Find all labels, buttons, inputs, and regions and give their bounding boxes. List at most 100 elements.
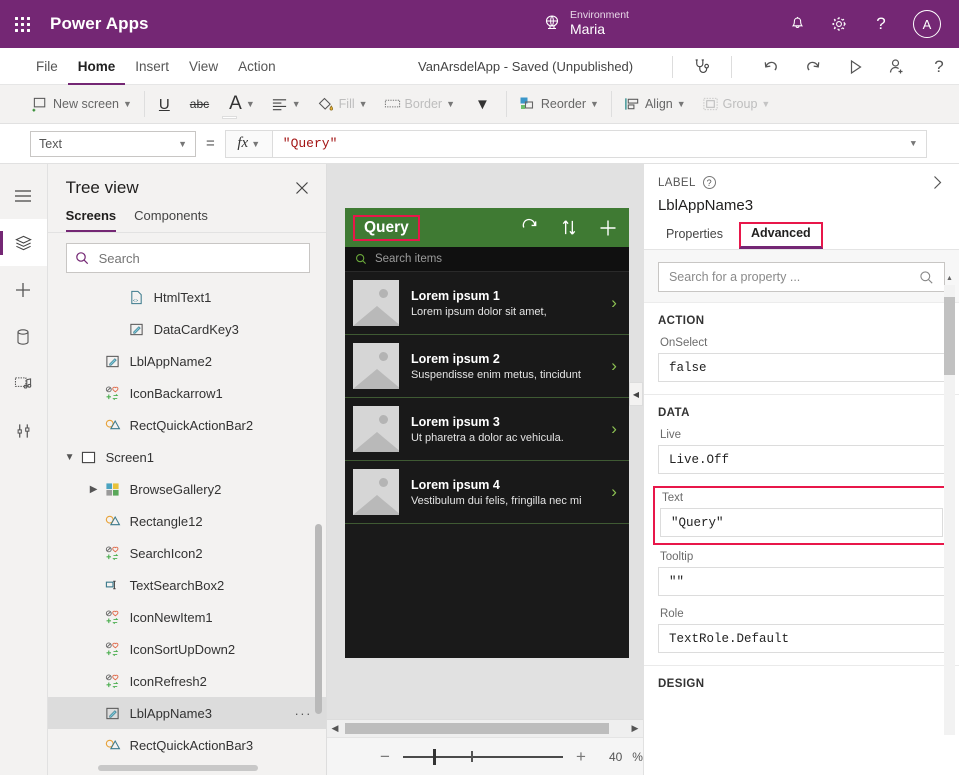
zoom-in-button[interactable]: + xyxy=(573,747,589,767)
properties-scroll-thumb[interactable] xyxy=(944,297,955,375)
zoom-slider-knob[interactable] xyxy=(433,749,436,765)
tree-node-htmltext1[interactable]: <>HtmlText1 xyxy=(48,281,326,313)
tree-node-browsegallery2[interactable]: ▶BrowseGallery2 xyxy=(48,473,326,505)
tree-vertical-scrollbar[interactable] xyxy=(315,524,322,714)
property-field-value[interactable]: "" xyxy=(658,567,945,596)
rail-advanced-tools[interactable] xyxy=(0,407,47,454)
collapse-panel-button[interactable]: ◀ xyxy=(629,382,643,406)
properties-scrollbar[interactable]: ▲ xyxy=(944,272,955,775)
tree-node-context-menu-button[interactable]: ··· xyxy=(294,706,312,721)
strikethrough-button[interactable]: abc xyxy=(180,85,219,124)
help-question-icon-menu[interactable]: ? xyxy=(929,57,949,77)
canvas-scroll-track[interactable] xyxy=(343,723,627,734)
share-person-icon[interactable] xyxy=(887,57,907,77)
property-field-value[interactable]: TextRole.Default xyxy=(658,624,945,653)
properties-scroll-track[interactable] xyxy=(944,285,955,735)
property-field-value[interactable]: false xyxy=(658,353,945,382)
gallery-item[interactable]: Lorem ipsum 4Vestibulum dui felis, fring… xyxy=(345,461,629,524)
tree-search-box[interactable] xyxy=(66,243,310,273)
border-button[interactable]: Border ▼ xyxy=(376,85,463,124)
tree-node-rectquickactionbar2[interactable]: RectQuickActionBar2 xyxy=(48,409,326,441)
tree-search-input[interactable] xyxy=(97,250,301,267)
gallery-item[interactable]: Lorem ipsum 3Ut pharetra a dolor ac vehi… xyxy=(345,398,629,461)
undo-icon[interactable] xyxy=(761,57,781,77)
help-circle-icon[interactable]: ? xyxy=(703,176,716,189)
rail-hamburger-menu[interactable] xyxy=(0,172,47,219)
menu-item-insert[interactable]: Insert xyxy=(125,48,179,85)
tree-node-textsearchbox2[interactable]: TextSearchBox2 xyxy=(48,569,326,601)
chevron-right-icon[interactable]: › xyxy=(611,356,617,376)
zoom-slider[interactable] xyxy=(403,756,563,758)
environment-selector[interactable]: Environment Maria xyxy=(540,3,629,43)
scroll-left-arrow-icon[interactable]: ◀ xyxy=(327,723,343,734)
waffle-grid-icon[interactable] xyxy=(0,17,44,32)
tab-properties[interactable]: Properties xyxy=(658,223,731,249)
scroll-up-arrow-icon[interactable]: ▲ xyxy=(944,272,955,285)
tree-node-datacardkey3[interactable]: DataCardKey3 xyxy=(48,313,326,345)
tab-components[interactable]: Components xyxy=(134,204,208,232)
tree-node-searchicon2[interactable]: SearchIcon2 xyxy=(48,537,326,569)
chevron-right-icon[interactable]: › xyxy=(611,419,617,439)
canvas-scroll-thumb[interactable] xyxy=(345,723,609,734)
close-x-icon[interactable] xyxy=(294,180,310,196)
avatar[interactable]: A xyxy=(913,10,941,38)
menu-item-home[interactable]: Home xyxy=(68,48,126,85)
tree-node-iconrefresh2[interactable]: IconRefresh2 xyxy=(48,665,326,697)
tree-node-lblappname3[interactable]: LblAppName3··· xyxy=(48,697,326,729)
formula-input[interactable]: "Query" ▼ xyxy=(273,130,927,158)
property-selector[interactable]: Text ▼ xyxy=(30,131,196,157)
tree-node-lblappname2[interactable]: LblAppName2 xyxy=(48,345,326,377)
gallery-item[interactable]: Lorem ipsum 2Suspendisse enim metus, tin… xyxy=(345,335,629,398)
rail-media[interactable] xyxy=(0,360,47,407)
refresh-icon[interactable] xyxy=(520,218,539,237)
canvas-horizontal-scrollbar[interactable]: ◀ ▶ xyxy=(327,719,643,737)
canvas-area[interactable]: Query xyxy=(327,164,643,719)
chevron-right-icon[interactable]: ▶ xyxy=(86,484,102,495)
group-button[interactable]: Group ▼ xyxy=(694,85,779,124)
property-field-value[interactable]: "Query" xyxy=(660,508,943,537)
tab-screens[interactable]: Screens xyxy=(66,204,117,232)
tree-horizontal-scrollbar[interactable] xyxy=(98,765,258,771)
tree-node-rectquickactionbar3[interactable]: RectQuickActionBar3 xyxy=(48,729,326,761)
help-question-icon[interactable]: ? xyxy=(871,14,891,34)
tree-node-iconbackarrow1[interactable]: IconBackarrow1 xyxy=(48,377,326,409)
menu-item-file[interactable]: File xyxy=(26,48,68,85)
chevron-right-icon[interactable] xyxy=(930,174,945,191)
underline-button[interactable]: U xyxy=(149,85,180,124)
gallery-item[interactable]: Lorem ipsum 1Lorem ipsum dolor sit amet,… xyxy=(345,272,629,335)
tree-node-rectangle12[interactable]: Rectangle12 xyxy=(48,505,326,537)
chevron-right-icon[interactable]: › xyxy=(611,482,617,502)
chevron-right-icon[interactable]: › xyxy=(611,293,617,313)
menu-item-action[interactable]: Action xyxy=(228,48,286,85)
zoom-out-button[interactable]: − xyxy=(377,747,393,767)
new-screen-button[interactable]: New screen ▼ xyxy=(24,85,140,124)
chevron-down-icon[interactable]: ▼ xyxy=(911,139,916,149)
preview-play-icon[interactable] xyxy=(845,57,865,77)
tree-node-screen1[interactable]: ▼Screen1 xyxy=(48,441,326,473)
font-color-button[interactable]: A ▼ xyxy=(219,85,263,124)
app-browse-gallery[interactable]: Lorem ipsum 1Lorem ipsum dolor sit amet,… xyxy=(345,272,629,524)
align-button[interactable]: Align ▼ xyxy=(616,85,694,124)
chevron-down-icon[interactable]: ▼ xyxy=(62,452,78,463)
notifications-bell-icon[interactable] xyxy=(787,14,807,34)
tree-node-iconnewitem1[interactable]: IconNewItem1 xyxy=(48,601,326,633)
tab-advanced[interactable]: Advanced xyxy=(739,222,823,249)
fill-button[interactable]: Fill ▼ xyxy=(309,85,376,124)
rail-insert[interactable] xyxy=(0,266,47,313)
redo-icon[interactable] xyxy=(803,57,823,77)
sort-updown-icon[interactable] xyxy=(561,218,577,237)
scroll-right-arrow-icon[interactable]: ▶ xyxy=(627,723,643,734)
fx-button[interactable]: fx ▼ xyxy=(225,130,273,158)
app-checker-stethoscope-icon[interactable] xyxy=(690,56,712,78)
tree-node-iconsortupdown2[interactable]: IconSortUpDown2 xyxy=(48,633,326,665)
rail-data[interactable] xyxy=(0,313,47,360)
align-text-button[interactable]: ▼ xyxy=(263,85,309,124)
reorder-button[interactable]: Reorder ▼ xyxy=(511,85,607,124)
settings-gear-icon[interactable] xyxy=(829,14,849,34)
app-title-selection[interactable]: Query xyxy=(353,215,420,241)
app-search-box[interactable]: Search items xyxy=(345,247,629,272)
property-search-box[interactable]: Search for a property ... xyxy=(658,262,945,292)
new-item-plus-icon[interactable] xyxy=(599,219,617,237)
ribbon-overflow-button[interactable]: ▼ xyxy=(463,85,502,124)
menu-item-view[interactable]: View xyxy=(179,48,228,85)
